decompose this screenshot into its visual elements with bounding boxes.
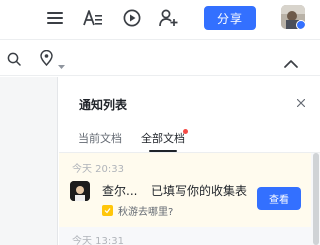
top-toolbar: 分享 (0, 0, 320, 38)
unread-dot (183, 129, 188, 134)
status-badge (296, 20, 305, 29)
notification-panel: 通知列表 当前文档 全部文档 今天 20:33 查尔... 已填写你的收集表 秋… (59, 77, 320, 245)
user-avatar[interactable] (281, 5, 305, 29)
document-gutter (0, 77, 58, 245)
scroll-thumb[interactable] (313, 153, 319, 245)
chevron-up-icon[interactable] (284, 53, 298, 68)
document-link[interactable]: 秋游去哪里? (102, 203, 174, 218)
app-window: 分享 通知列表 当前文档 全部文档 今天 20:33 查尔... 已填写你的收集… (0, 0, 320, 245)
add-member-icon[interactable] (158, 7, 180, 29)
document-name: 秋游去哪里? (118, 206, 174, 218)
close-icon[interactable] (295, 97, 307, 109)
location-pin-icon[interactable] (40, 49, 53, 67)
panel-title: 通知列表 (79, 98, 128, 112)
sender-avatar (70, 181, 90, 201)
scrollbar[interactable] (313, 153, 319, 245)
secondary-toolbar (0, 39, 320, 76)
notification-message: 已填写你的收集表 (151, 184, 248, 198)
chevron-down-icon[interactable] (58, 55, 65, 69)
notification-time: 今天 20:33 (72, 164, 124, 175)
tab-all-documents[interactable]: 全部文档 (141, 130, 185, 146)
view-button[interactable]: 查看 (257, 187, 301, 210)
search-icon[interactable] (7, 51, 21, 66)
menu-icon[interactable] (44, 7, 66, 29)
present-icon[interactable] (121, 7, 143, 29)
share-button[interactable]: 分享 (204, 6, 256, 30)
notification-time: 今天 13:31 (72, 236, 124, 245)
text-format-icon[interactable] (82, 7, 104, 29)
sender-name[interactable]: 查尔... (102, 182, 137, 199)
form-doc-icon (102, 204, 113, 216)
tab-current-document[interactable]: 当前文档 (78, 130, 122, 146)
